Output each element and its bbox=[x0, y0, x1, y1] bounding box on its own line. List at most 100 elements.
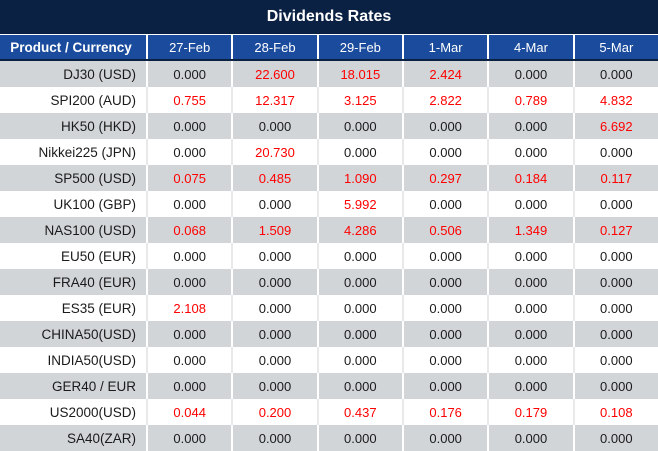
table-row: UK100 (GBP)0.0000.0005.9920.0000.0000.00… bbox=[0, 191, 658, 217]
value-cell: 0.437 bbox=[319, 399, 404, 425]
column-header-date: 28-Feb bbox=[233, 35, 318, 59]
product-cell: GER40 / EUR bbox=[0, 373, 148, 399]
value-cell: 0.000 bbox=[489, 61, 574, 87]
value-cell: 0.000 bbox=[319, 269, 404, 295]
value-cell: 1.509 bbox=[233, 217, 318, 243]
value-cell: 0.000 bbox=[319, 113, 404, 139]
value-cell: 0.000 bbox=[233, 347, 318, 373]
value-cell: 6.692 bbox=[575, 113, 658, 139]
value-cell: 0.000 bbox=[575, 61, 658, 87]
product-cell: US2000(USD) bbox=[0, 399, 148, 425]
table-row: Nikkei225 (JPN)0.00020.7300.0000.0000.00… bbox=[0, 139, 658, 165]
value-cell: 0.000 bbox=[489, 191, 574, 217]
table-row: SP500 (USD)0.0750.4851.0900.2970.1840.11… bbox=[0, 165, 658, 191]
value-cell: 0.000 bbox=[319, 347, 404, 373]
value-cell: 2.108 bbox=[148, 295, 233, 321]
table-row: FRA40 (EUR)0.0000.0000.0000.0000.0000.00… bbox=[0, 269, 658, 295]
value-cell: 0.000 bbox=[404, 191, 489, 217]
value-cell: 4.832 bbox=[575, 87, 658, 113]
value-cell: 0.000 bbox=[489, 425, 574, 451]
table-row: DJ30 (USD)0.00022.60018.0152.4240.0000.0… bbox=[0, 61, 658, 87]
value-cell: 0.000 bbox=[148, 191, 233, 217]
value-cell: 0.000 bbox=[148, 425, 233, 451]
value-cell: 0.000 bbox=[489, 321, 574, 347]
value-cell: 0.000 bbox=[233, 425, 318, 451]
product-cell: SA40(ZAR) bbox=[0, 425, 148, 451]
product-cell: ES35 (EUR) bbox=[0, 295, 148, 321]
table-row: US2000(USD)0.0440.2000.4370.1760.1790.10… bbox=[0, 399, 658, 425]
value-cell: 0.000 bbox=[489, 269, 574, 295]
value-cell: 0.000 bbox=[148, 139, 233, 165]
table-row: CHINA50(USD)0.0000.0000.0000.0000.0000.0… bbox=[0, 321, 658, 347]
table-row: SPI200 (AUD)0.75512.3173.1252.8220.7894.… bbox=[0, 87, 658, 113]
table-row: INDIA50(USD)0.0000.0000.0000.0000.0000.0… bbox=[0, 347, 658, 373]
value-cell: 0.000 bbox=[404, 139, 489, 165]
product-cell: UK100 (GBP) bbox=[0, 191, 148, 217]
value-cell: 0.789 bbox=[489, 87, 574, 113]
value-cell: 0.000 bbox=[148, 347, 233, 373]
value-cell: 0.000 bbox=[233, 243, 318, 269]
value-cell: 0.000 bbox=[575, 373, 658, 399]
value-cell: 0.075 bbox=[148, 165, 233, 191]
product-cell: DJ30 (USD) bbox=[0, 61, 148, 87]
value-cell: 0.000 bbox=[319, 321, 404, 347]
value-cell: 1.090 bbox=[319, 165, 404, 191]
value-cell: 0.000 bbox=[319, 243, 404, 269]
product-cell: INDIA50(USD) bbox=[0, 347, 148, 373]
value-cell: 0.000 bbox=[404, 269, 489, 295]
table-row: SA40(ZAR)0.0000.0000.0000.0000.0000.000 bbox=[0, 425, 658, 451]
value-cell: 0.068 bbox=[148, 217, 233, 243]
value-cell: 22.600 bbox=[233, 61, 318, 87]
value-cell: 0.000 bbox=[575, 191, 658, 217]
value-cell: 0.179 bbox=[489, 399, 574, 425]
value-cell: 0.000 bbox=[148, 373, 233, 399]
product-cell: HK50 (HKD) bbox=[0, 113, 148, 139]
value-cell: 0.127 bbox=[575, 217, 658, 243]
value-cell: 4.286 bbox=[319, 217, 404, 243]
value-cell: 0.000 bbox=[489, 295, 574, 321]
dividends-rates-table: Dividends Rates Product / Currency 27-Fe… bbox=[0, 0, 658, 451]
value-cell: 0.000 bbox=[233, 269, 318, 295]
column-header-product: Product / Currency bbox=[0, 35, 148, 59]
table-row: GER40 / EUR0.0000.0000.0000.0000.0000.00… bbox=[0, 373, 658, 399]
value-cell: 12.317 bbox=[233, 87, 318, 113]
column-header-date: 1-Mar bbox=[404, 35, 489, 59]
value-cell: 0.000 bbox=[575, 243, 658, 269]
value-cell: 2.822 bbox=[404, 87, 489, 113]
value-cell: 0.000 bbox=[233, 373, 318, 399]
value-cell: 0.000 bbox=[575, 321, 658, 347]
value-cell: 0.000 bbox=[148, 113, 233, 139]
value-cell: 0.000 bbox=[233, 295, 318, 321]
value-cell: 0.000 bbox=[404, 295, 489, 321]
value-cell: 0.000 bbox=[575, 347, 658, 373]
value-cell: 0.755 bbox=[148, 87, 233, 113]
table-body: DJ30 (USD)0.00022.60018.0152.4240.0000.0… bbox=[0, 61, 658, 451]
value-cell: 0.000 bbox=[233, 191, 318, 217]
value-cell: 0.000 bbox=[575, 139, 658, 165]
value-cell: 0.000 bbox=[404, 113, 489, 139]
value-cell: 0.108 bbox=[575, 399, 658, 425]
value-cell: 1.349 bbox=[489, 217, 574, 243]
value-cell: 5.992 bbox=[319, 191, 404, 217]
value-cell: 0.200 bbox=[233, 399, 318, 425]
product-cell: CHINA50(USD) bbox=[0, 321, 148, 347]
value-cell: 0.000 bbox=[489, 347, 574, 373]
value-cell: 3.125 bbox=[319, 87, 404, 113]
value-cell: 0.000 bbox=[404, 373, 489, 399]
value-cell: 0.000 bbox=[575, 425, 658, 451]
value-cell: 0.000 bbox=[404, 425, 489, 451]
product-cell: SPI200 (AUD) bbox=[0, 87, 148, 113]
value-cell: 0.000 bbox=[404, 347, 489, 373]
column-header-date: 5-Mar bbox=[575, 35, 658, 59]
product-cell: NAS100 (USD) bbox=[0, 217, 148, 243]
value-cell: 2.424 bbox=[404, 61, 489, 87]
product-cell: FRA40 (EUR) bbox=[0, 269, 148, 295]
value-cell: 0.000 bbox=[319, 139, 404, 165]
value-cell: 0.506 bbox=[404, 217, 489, 243]
value-cell: 0.176 bbox=[404, 399, 489, 425]
value-cell: 0.000 bbox=[319, 373, 404, 399]
value-cell: 0.485 bbox=[233, 165, 318, 191]
value-cell: 0.000 bbox=[575, 295, 658, 321]
value-cell: 0.000 bbox=[489, 243, 574, 269]
value-cell: 0.000 bbox=[575, 269, 658, 295]
